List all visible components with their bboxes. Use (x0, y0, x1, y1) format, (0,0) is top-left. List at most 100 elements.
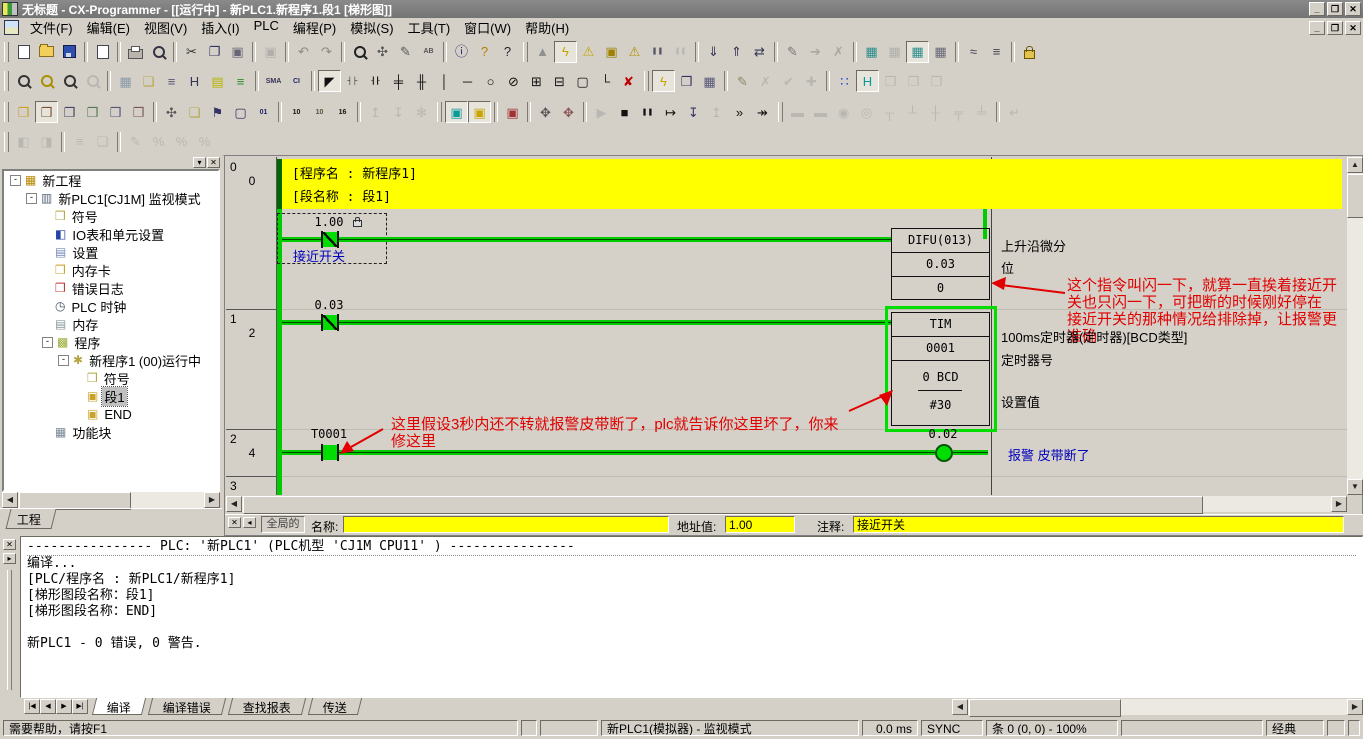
diff-both-icon[interactable]: ┼ (924, 101, 947, 123)
address-reference-tool-icon[interactable]: ∷ (833, 70, 856, 92)
scroll-right-icon[interactable]: ▶ (1347, 699, 1363, 715)
contact-0.03[interactable] (321, 314, 339, 331)
window-view-1-icon[interactable]: ❒ (879, 70, 902, 92)
output-tab-传送[interactable]: 传送 (308, 698, 362, 715)
show-cross-reference-icon[interactable]: ❒ (81, 101, 104, 123)
menu-plc-menu[interactable]: PLC (247, 16, 286, 39)
online-bit-set-icon[interactable]: ▬ (786, 101, 809, 123)
minimize-button[interactable]: _ (1309, 2, 1325, 16)
coil-0.02[interactable] (935, 444, 953, 462)
ladder-canvas[interactable]: [程序名 : 新程序1] [段名称 : 段1] 1.00 接近开关 DIFU(0… (277, 157, 1347, 495)
zoom-to-fit-icon[interactable] (35, 70, 58, 92)
symbol-comment-input[interactable] (853, 516, 1344, 533)
online-edit-cancel-icon[interactable]: ✗ (827, 41, 850, 63)
upload-from-plc-icon[interactable]: ⇑ (725, 41, 748, 63)
new-coil-nc-icon[interactable]: ⊘ (502, 70, 525, 92)
expander-icon[interactable]: - (10, 175, 21, 186)
output-tab-查找报表[interactable]: 查找报表 (228, 698, 306, 715)
new-contact-icon[interactable]: ┤├ (341, 70, 364, 92)
sim-step-in-icon[interactable]: ↧ (682, 101, 705, 123)
set-protection-icon[interactable] (1018, 41, 1041, 63)
online-word-set-icon[interactable]: ◉ (832, 101, 855, 123)
scroll-left-icon[interactable]: ◀ (952, 699, 968, 715)
new-coil-icon[interactable]: ○ (479, 70, 502, 92)
show-comments-icon[interactable]: ❏ (137, 70, 160, 92)
output-tab-编译[interactable]: 编译 (92, 698, 146, 715)
contact-T0001[interactable] (321, 444, 339, 461)
tree-hscrollbar[interactable]: ◀ ▶ (2, 492, 220, 508)
help-icon[interactable]: ? (473, 41, 496, 63)
symbol-address-input[interactable] (725, 516, 795, 533)
monitor-view-1-icon[interactable]: ▦ (860, 41, 883, 63)
monitor-view-2-icon[interactable]: ▦ (883, 41, 906, 63)
scroll-thumb[interactable] (243, 496, 1203, 514)
toolbar-grip[interactable] (437, 102, 442, 122)
toolbar-grip[interactable] (778, 102, 783, 122)
format-pen-icon[interactable]: ✎ (124, 131, 147, 153)
toggle-grid-icon[interactable]: ▦ (114, 70, 137, 92)
rate-2-icon[interactable]: % (170, 131, 193, 153)
tree-item-新程序1 (00)运行中[interactable]: -✱新程序1 (00)运行中 (4, 351, 218, 369)
online-edit-begin-icon[interactable]: ✎ (781, 41, 804, 63)
splitter-grip[interactable] (7, 570, 12, 690)
show-local-symbols-icon[interactable]: ❒ (104, 101, 127, 123)
tree-item-新PLC1[CJ1M] 监视模式[interactable]: -▥新PLC1[CJ1M] 监视模式 (4, 189, 218, 207)
tab-scroll-prev-icon[interactable]: ◀ (40, 699, 56, 714)
sample-start-icon[interactable]: ╤ (947, 101, 970, 123)
scroll-thumb[interactable] (969, 699, 1121, 717)
radix-signed-decimal-icon[interactable]: 10 (308, 101, 331, 123)
compile-program-icon[interactable]: ▲ (531, 41, 554, 63)
paste-rung-icon[interactable]: ▣ (259, 41, 282, 63)
redo-icon[interactable]: ↷ (315, 41, 338, 63)
panel-close-icon[interactable]: ✕ (207, 157, 220, 168)
undo-icon[interactable]: ↶ (292, 41, 315, 63)
toolbar-grip[interactable] (4, 132, 9, 152)
toolbar-grip[interactable] (4, 71, 9, 91)
new-instruction-icon[interactable]: ⊞ (525, 70, 548, 92)
toolbar-grip[interactable] (523, 42, 528, 62)
scroll-left-icon[interactable]: ◀ (2, 492, 18, 508)
monitor-in-rung-icon[interactable]: H (183, 70, 206, 92)
ladder-vscrollbar[interactable]: ▲ ▼ (1347, 157, 1363, 495)
change-all-icon[interactable]: AB (417, 41, 440, 63)
watch-check-icon[interactable]: ✔ (777, 70, 800, 92)
tree-item-内存卡[interactable]: ❒内存卡 (4, 261, 218, 279)
output-expand-icon[interactable]: ▸ (3, 553, 16, 564)
download-to-plc-icon[interactable]: ⇓ (702, 41, 725, 63)
toggle-monitoring-icon[interactable]: ▣ (445, 101, 468, 123)
sim-run-icon[interactable]: ▶ (590, 101, 613, 123)
menu-program-menu[interactable]: 编程(P) (286, 16, 343, 39)
watch-window-icon[interactable]: H (856, 70, 879, 92)
radix-hex-icon[interactable]: 16 (331, 101, 354, 123)
output-hscrollbar[interactable]: ◀ ▶ (952, 699, 1363, 715)
difu-instruction-block[interactable]: DIFU(013) 0.03 0 (891, 228, 990, 300)
online-bit-reset-icon[interactable]: ▬ (809, 101, 832, 123)
diff-down-icon[interactable]: ┴ (901, 101, 924, 123)
show-output-window-icon[interactable]: ❒ (35, 101, 58, 123)
indent-icon[interactable]: ◧ (12, 131, 35, 153)
tree-item-设置[interactable]: ▤设置 (4, 243, 218, 261)
context-help-icon[interactable]: ? (496, 41, 519, 63)
tree-item-段1[interactable]: ▣段1 (4, 387, 218, 405)
print-preview-icon[interactable] (147, 41, 170, 63)
menu-file-menu[interactable]: 文件(F) (23, 16, 80, 39)
symbol-bar-prev-icon[interactable]: ◂ (243, 517, 256, 528)
monitor-warning-icon[interactable]: ⚠ (577, 41, 600, 63)
open-file-icon[interactable] (35, 41, 58, 63)
window-view-2-icon[interactable]: ❒ (902, 70, 925, 92)
tree-item-内存[interactable]: ▤内存 (4, 315, 218, 333)
force-on-icon[interactable]: ↥ (364, 101, 387, 123)
tab-scroll-first-icon[interactable]: |◀ (24, 699, 40, 714)
expander-icon[interactable]: - (26, 193, 37, 204)
restore-button[interactable]: ❐ (1327, 2, 1343, 16)
sim-fast-forward-icon[interactable]: » (728, 101, 751, 123)
new-function-block-icon[interactable]: ▢ (571, 70, 594, 92)
scroll-left-icon[interactable]: ◀ (226, 496, 242, 512)
watch-add-icon[interactable]: ✎ (731, 70, 754, 92)
new-file-icon[interactable] (12, 41, 35, 63)
find-options-icon[interactable]: ✣ (371, 41, 394, 63)
tab-scroll-next-icon[interactable]: ▶ (56, 699, 72, 714)
sample-stop-icon[interactable]: ╧ (970, 101, 993, 123)
compile-all-programs-icon[interactable]: ❒ (675, 70, 698, 92)
tab-project[interactable]: 工程 (6, 509, 57, 529)
